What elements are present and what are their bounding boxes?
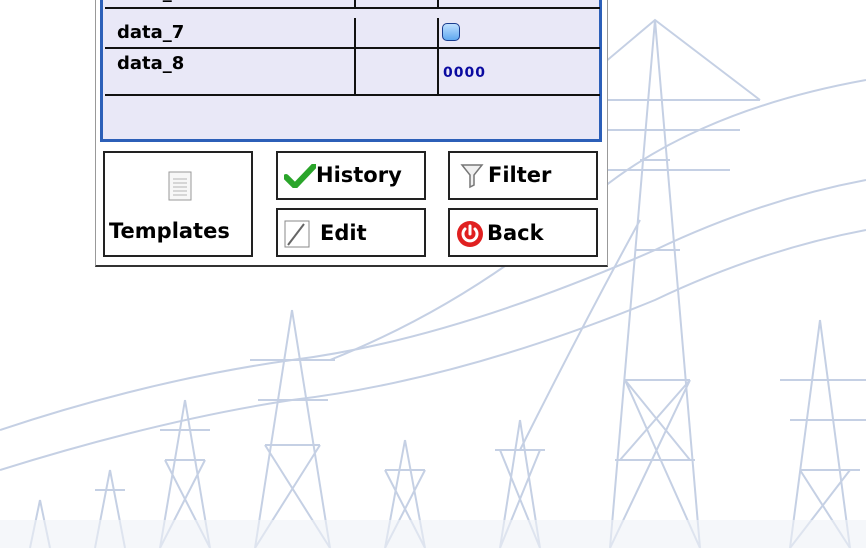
pencil-icon	[284, 220, 310, 248]
history-label: History	[316, 163, 402, 187]
table-row[interactable]: data_7	[105, 18, 600, 49]
document-icon	[168, 171, 192, 201]
history-button[interactable]: History	[276, 151, 426, 200]
row-value: 0000	[443, 0, 486, 3]
edit-label: Edit	[320, 221, 367, 245]
filter-button[interactable]: Filter	[448, 151, 598, 200]
data-table: data_6 0000 data_7 data_8 0000	[100, 0, 602, 142]
table-row[interactable]: data_6 0000	[105, 0, 600, 9]
checkmark-icon	[284, 164, 316, 188]
row-name: data_8	[117, 53, 185, 74]
main-panel: data_6 0000 data_7 data_8 0000 Templates…	[95, 0, 608, 267]
templates-button[interactable]: Templates	[103, 151, 253, 257]
funnel-icon	[460, 164, 484, 189]
table-row[interactable]: data_8 0000	[105, 49, 600, 96]
filter-label: Filter	[488, 163, 552, 187]
row-name: data_6	[117, 0, 184, 3]
power-icon	[457, 221, 483, 247]
templates-label: Templates	[109, 219, 230, 243]
checkbox[interactable]	[442, 23, 460, 41]
back-button[interactable]: Back	[448, 208, 598, 257]
edit-button[interactable]: Edit	[276, 208, 426, 257]
back-label: Back	[487, 221, 544, 245]
row-name: data_7	[117, 22, 185, 43]
row-value: 0000	[443, 65, 486, 81]
